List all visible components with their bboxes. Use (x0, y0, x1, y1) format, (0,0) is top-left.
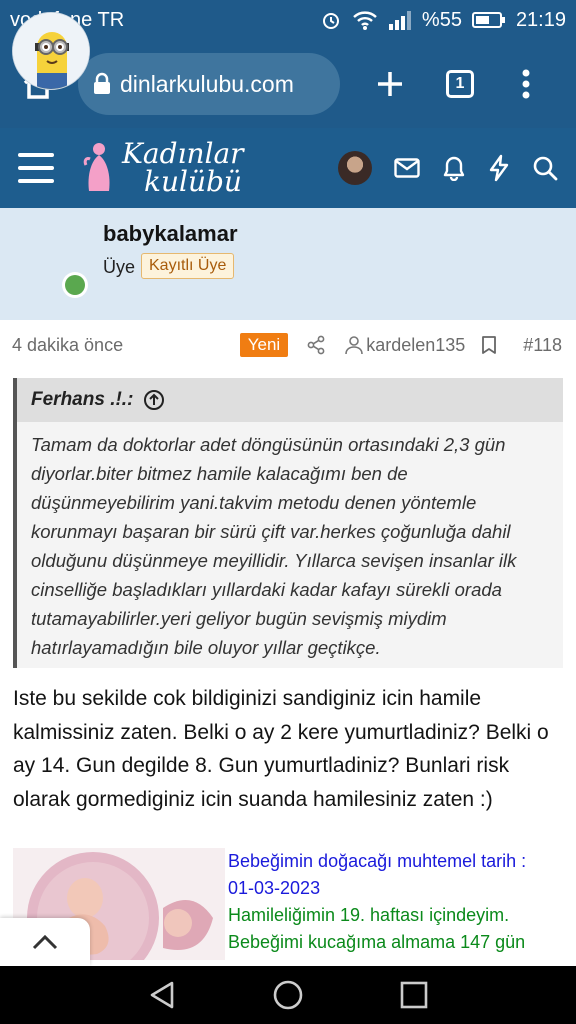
signature-line-1: Bebeğimin doğacağı muhtemel tarih : (228, 851, 527, 871)
quote-text: Tamam da doktorlar adet döngüsünün ortas… (31, 434, 517, 658)
tab-count: 1 (446, 70, 474, 98)
user-badge: Kayıtlı Üye (141, 253, 235, 279)
author-name: kardelen135 (366, 334, 466, 355)
share-button[interactable] (306, 335, 326, 355)
post-time[interactable]: 4 dakika önce (12, 335, 240, 356)
lightning-icon[interactable] (488, 154, 510, 182)
search-icon[interactable] (532, 155, 558, 181)
new-badge: Yeni (239, 333, 289, 357)
username[interactable]: babykalamar (103, 221, 238, 247)
bell-icon[interactable] (442, 155, 466, 181)
menu-icon[interactable] (18, 153, 54, 183)
post-body: Iste bu sekilde cok bildiginizi sandigin… (13, 687, 549, 811)
account-avatar[interactable] (338, 151, 372, 185)
signature-text: Bebeğimin doğacağı muhtemel tarih : 01-0… (228, 848, 568, 956)
tab-switcher-button[interactable]: 1 (438, 62, 482, 106)
battery-percent: %55 (421, 8, 462, 31)
system-nav-bar (0, 966, 576, 1024)
signature-line-3: Hamileliğimin 19. haftası içindeyim. (228, 905, 510, 925)
address-bar[interactable]: dinlarkulubu.com (78, 53, 340, 115)
recents-icon[interactable] (400, 981, 428, 1009)
quote-header[interactable]: Ferhans .!.: (17, 378, 563, 422)
chevron-up-icon (32, 934, 58, 950)
back-icon[interactable] (148, 980, 176, 1010)
signature-line-4: Bebeğimi kucağıma almama 147 gün (228, 932, 526, 952)
home-circle-icon[interactable] (272, 979, 304, 1011)
author-link[interactable]: kardelen135 (344, 335, 465, 356)
site-header: Kadınlar kulübü (0, 128, 576, 208)
post-number[interactable]: #118 (523, 335, 562, 356)
url-text: dinlarkulubu.com (120, 70, 294, 97)
scroll-top-button[interactable] (0, 918, 90, 966)
signal-icon (388, 11, 411, 30)
mail-icon[interactable] (394, 158, 420, 178)
logo-figure-icon (83, 143, 110, 191)
battery-icon (471, 12, 505, 28)
user-banner (0, 208, 576, 320)
logo-line-1: Kadınlar (122, 137, 244, 170)
alarm-icon (322, 13, 339, 29)
arrow-up-circle-icon[interactable] (143, 389, 165, 411)
wifi-icon (353, 11, 377, 30)
site-logo[interactable]: Kadınlar kulübü (82, 140, 244, 196)
user-icon (345, 336, 363, 355)
bookmark-button[interactable] (481, 335, 497, 355)
online-status-icon (62, 272, 88, 298)
lock-icon (94, 72, 110, 94)
user-avatar[interactable] (12, 12, 90, 90)
quote-author: Ferhans .!.: (31, 389, 134, 410)
signature-line-2: 01-03-2023 (228, 878, 321, 898)
more-options-icon[interactable] (504, 62, 548, 106)
user-role: Üye (103, 257, 136, 277)
bookmark-icon (482, 336, 497, 354)
new-tab-icon[interactable] (368, 62, 412, 106)
quote-block: Ferhans .!.: Tamam da doktorlar adet dön… (13, 378, 563, 668)
logo-line-2: kulübü (144, 165, 242, 198)
post-meta: 4 dakika önce Yeni kardelen135 #118 (0, 322, 576, 368)
share-icon (307, 335, 325, 355)
clock: 21:19 (515, 8, 566, 31)
